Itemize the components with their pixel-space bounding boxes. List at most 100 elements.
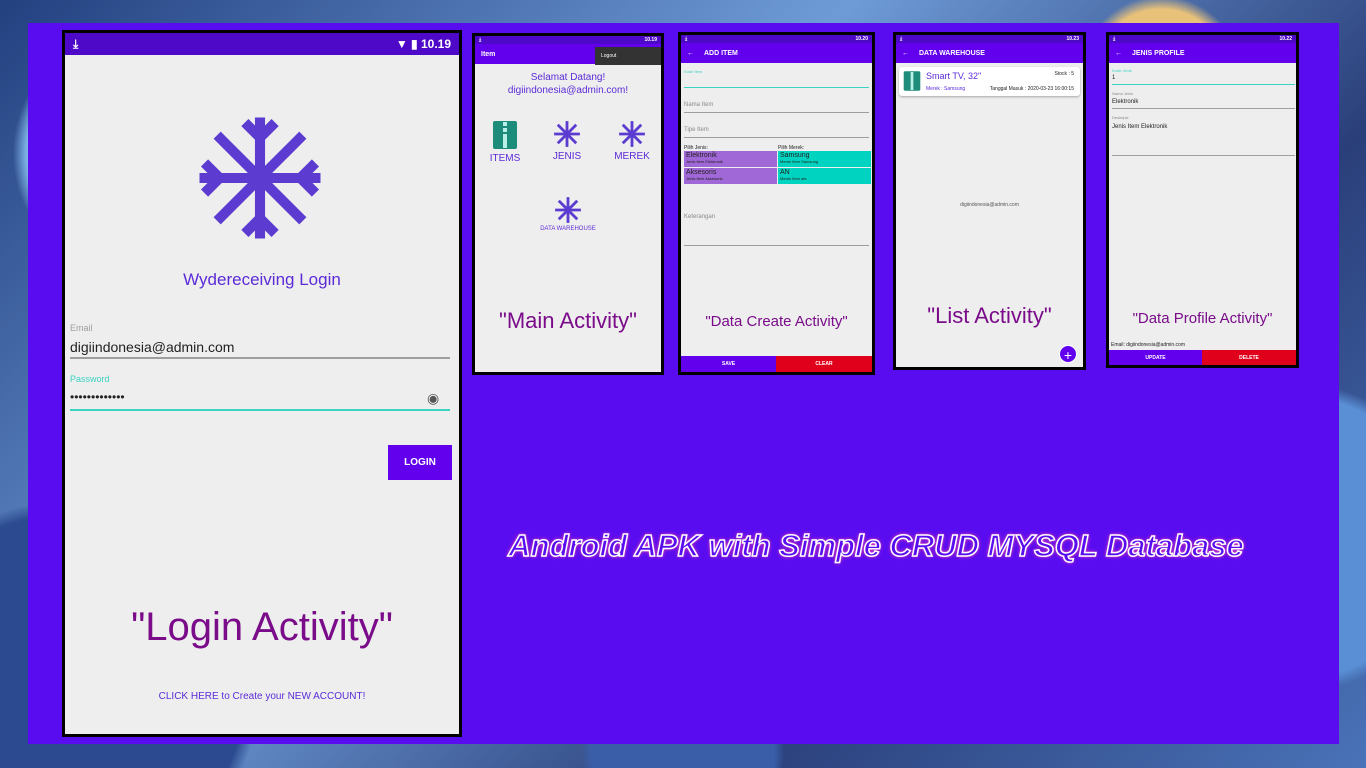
- eye-off-icon[interactable]: ◉: [427, 390, 439, 407]
- login-button[interactable]: LOGIN: [388, 445, 452, 480]
- email-field[interactable]: digiindonesia@admin.com: [70, 339, 234, 355]
- items-menu-button[interactable]: ITEMS: [485, 120, 525, 164]
- list-caption: "List Activity": [927, 303, 1052, 328]
- jenis-option-name: Elektronik: [686, 152, 717, 159]
- status-bar: ⤓ 10.19: [475, 36, 661, 44]
- login-screen: ⤓ ▼ ▮ 10.19 Wydereceiving Login Email di…: [65, 33, 459, 734]
- merek-menu-button[interactable]: MEREK: [610, 120, 654, 162]
- create-caption: "Data Create Activity": [705, 313, 848, 330]
- save-button[interactable]: SAVE: [681, 356, 776, 372]
- deskripsi-label: Deskripsi: [1112, 115, 1129, 120]
- download-icon: ⤓: [479, 37, 482, 43]
- login-phone: ⤓ ▼ ▮ 10.19 Wydereceiving Login Email di…: [62, 30, 462, 737]
- jenis-option[interactable]: Aksesoris Jenis Item Aksesoris: [684, 168, 777, 184]
- jenis-option-desc: Jenis Item Elektronik: [686, 159, 723, 164]
- item-tanggal: Tanggal Masuk : 2020-03-23 16:00:15: [989, 86, 1074, 92]
- main-caption: "Main Activity": [499, 308, 637, 333]
- email-underline: [70, 357, 450, 359]
- download-icon: ⤓: [73, 36, 79, 51]
- deskripsi-field[interactable]: Jenis Item Elektronik: [1112, 124, 1167, 130]
- download-icon: ⤓: [685, 36, 688, 42]
- nama-item-underline: [684, 112, 869, 113]
- download-icon: ⤓: [1113, 36, 1116, 42]
- merek-option-name: AN: [780, 169, 790, 176]
- list-appbar: ← DATA WAREHOUSE: [896, 43, 1083, 63]
- nama-jenis-field[interactable]: Elektronik: [1112, 99, 1138, 105]
- kode-item-field[interactable]: [684, 87, 869, 88]
- tipe-item-field[interactable]: Tipe Item: [684, 127, 709, 133]
- warehouse-label: DATA WAREHOUSE: [540, 226, 596, 232]
- create-phone: ⤓ 10.20 ← ADD ITEM Kode Item Nama Item T…: [678, 32, 875, 375]
- create-appbar: ← ADD ITEM: [681, 43, 872, 63]
- presentation-board: ⤓ ▼ ▮ 10.19 Wydereceiving Login Email di…: [28, 23, 1339, 744]
- login-caption: "Login Activity": [131, 605, 393, 649]
- zip-file-icon: [493, 121, 517, 149]
- snowflake-icon: [555, 197, 581, 223]
- user-email: digiindonesia@admin.com: [960, 202, 1019, 208]
- nama-jenis-underline: [1112, 108, 1295, 109]
- status-time: 10.23: [1066, 36, 1079, 42]
- jenis-option[interactable]: Elektronik Jenis Item Elektronik: [684, 151, 777, 167]
- back-arrow-icon[interactable]: ←: [1115, 50, 1122, 57]
- item-merek: Merek : Samsung: [926, 86, 966, 92]
- merek-option[interactable]: Samsung Merek Item Samsung: [778, 151, 871, 167]
- clear-button[interactable]: CLEAR: [776, 356, 872, 372]
- welcome-line-1: Selamat Datang!: [530, 72, 606, 83]
- status-bar: ⤓ 10.23: [896, 35, 1083, 43]
- snowflake-icon: [619, 121, 645, 147]
- items-label: ITEMS: [489, 153, 521, 164]
- profile-phone: ⤓ 10.22 ← JENIS PROFILE Kode Jenis 1 Nam…: [1106, 32, 1299, 368]
- back-arrow-icon[interactable]: ←: [687, 50, 694, 57]
- snowflake-icon: [554, 121, 580, 147]
- warehouse-menu-button[interactable]: DATA WAREHOUSE: [527, 196, 609, 232]
- appbar-title: JENIS PROFILE: [1132, 49, 1185, 57]
- status-bar: ⤓ 10.20: [681, 35, 872, 43]
- item-name: Smart TV, 32": [926, 71, 982, 81]
- back-arrow-icon[interactable]: ←: [902, 50, 909, 57]
- appbar-title: ADD ITEM: [704, 49, 738, 57]
- password-label: Password: [70, 374, 110, 384]
- merek-option-name: Samsung: [780, 152, 810, 159]
- download-icon: ⤓: [900, 36, 903, 42]
- appbar-title: DATA WAREHOUSE: [919, 49, 985, 57]
- jenis-menu-button[interactable]: JENIS: [547, 120, 587, 162]
- nama-item-field[interactable]: Nama Item: [684, 102, 713, 108]
- merek-option-desc: Merek Item afs: [780, 176, 807, 181]
- add-fab-button[interactable]: +: [1059, 345, 1077, 363]
- merek-option-desc: Merek Item Samsung: [780, 159, 819, 164]
- kode-jenis-label: Kode Jenis: [1112, 68, 1132, 73]
- update-button[interactable]: UPDATE: [1109, 350, 1202, 365]
- keterangan-underline: [684, 245, 869, 246]
- tipe-item-underline: [684, 137, 869, 138]
- status-time: ▼ ▮ 10.19: [395, 37, 451, 51]
- profile-screen: ⤓ 10.22 ← JENIS PROFILE Kode Jenis 1 Nam…: [1109, 35, 1296, 365]
- item-card[interactable]: Smart TV, 32" Stock : 5 Merek : Samsung …: [899, 67, 1080, 96]
- merek-label: MEREK: [614, 151, 650, 162]
- jenis-label: JENIS: [552, 151, 582, 162]
- list-screen: ⤓ 10.23 ← DATA WAREHOUSE Smart TV, 32" S…: [896, 35, 1083, 367]
- welcome-line-2: digiindonesia@admin.com!: [507, 85, 629, 96]
- kode-jenis-underline: [1112, 84, 1295, 85]
- delete-button[interactable]: DELETE: [1202, 350, 1296, 365]
- merek-option[interactable]: AN Merek Item afs: [778, 168, 871, 184]
- status-bar: ⤓ ▼ ▮ 10.19: [65, 33, 459, 55]
- status-bar: ⤓ 10.22: [1109, 35, 1296, 43]
- kode-item-label: Kode Item: [684, 69, 703, 74]
- email-label: Email: [70, 323, 93, 333]
- logout-menu-item[interactable]: Logout: [595, 47, 661, 65]
- kode-jenis-field[interactable]: 1: [1112, 75, 1115, 81]
- main-screen: ⤓ 10.19 Item Logout Selamat Datang! digi…: [475, 36, 661, 372]
- keterangan-field[interactable]: Keterangan: [684, 214, 715, 220]
- zip-file-icon: [903, 71, 921, 91]
- profile-appbar: ← JENIS PROFILE: [1109, 43, 1296, 63]
- status-time: 10.19: [644, 37, 657, 43]
- password-field[interactable]: •••••••••••••: [70, 390, 125, 404]
- headline: Android APK with Simple CRUD MYSQL Datab…: [508, 527, 1245, 564]
- plus-icon: +: [1063, 347, 1073, 363]
- create-account-link[interactable]: CLICK HERE to Create your NEW ACCOUNT!: [65, 691, 459, 702]
- nama-jenis-label: Nama Jenis: [1112, 91, 1134, 96]
- jenis-option-desc: Jenis Item Aksesoris: [686, 176, 723, 181]
- password-underline: [70, 409, 450, 411]
- profile-caption: "Data Profile Activity": [1132, 310, 1273, 327]
- login-title: Wydereceiving Login: [183, 270, 341, 289]
